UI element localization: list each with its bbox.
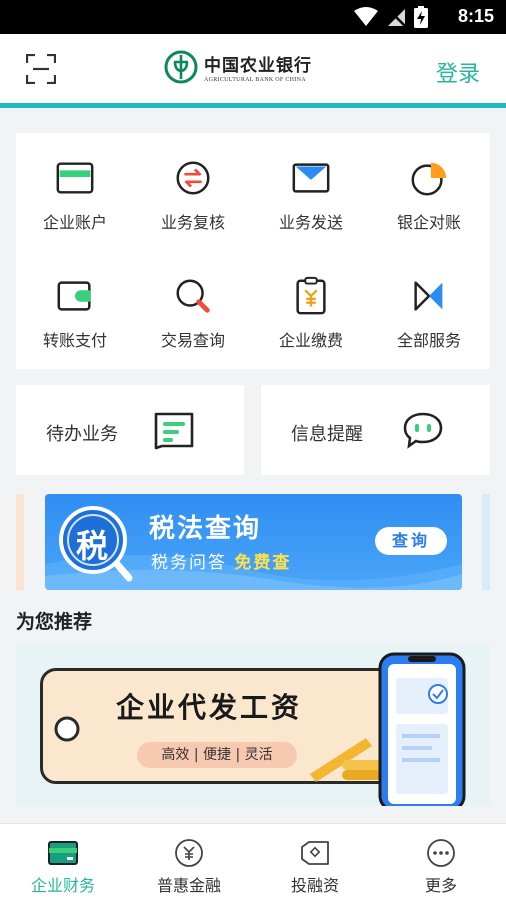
more-dots-icon: [427, 839, 455, 867]
header-divider: [0, 103, 506, 108]
service-label: 转账支付: [42, 331, 107, 350]
banner-subtitle: 税务问答 免费查: [151, 548, 291, 573]
nav-tab-inclusive-finance[interactable]: 普惠金融: [126, 824, 252, 900]
transfer-review-icon: [176, 161, 210, 195]
nav-label: 更多: [424, 876, 457, 895]
promo-title: 企业代发工资: [116, 691, 303, 724]
banner-prev-peek[interactable]: [16, 494, 24, 590]
wallet-icon: [57, 281, 91, 311]
service-label: 业务发送: [278, 213, 343, 232]
battery-charging-icon: [414, 6, 428, 28]
service-label: 交易查询: [160, 331, 225, 350]
investment-tag-icon: [301, 841, 329, 865]
banner-carousel[interactable]: 税 税法查询 税务问答 免费查 查询: [16, 494, 490, 590]
service-business-review[interactable]: 业务复核: [134, 133, 252, 233]
signal-off-icon: [387, 8, 406, 27]
tax-badge-text: 税: [76, 527, 109, 565]
service-enterprise-payment[interactable]: 企业缴费: [252, 251, 370, 351]
recommend-title: 为您推荐: [16, 611, 93, 633]
wifi-icon: [354, 7, 378, 26]
service-label: 企业缴费: [278, 331, 343, 350]
envelope-icon: [292, 163, 330, 193]
service-label: 银企对账: [396, 213, 461, 232]
pie-chart-icon: [411, 162, 447, 196]
promo-subtitle: 高效 | 便捷 | 灵活: [137, 742, 297, 768]
todo-card[interactable]: 待办业务: [16, 385, 244, 475]
service-transfer-payment[interactable]: 转账支付: [16, 251, 134, 351]
bottom-nav: 企业财务 普惠金融 投融资 更多: [0, 823, 506, 900]
app-header: 中国农业银行 AGRICULTURAL BANK OF CHINA 登录: [0, 34, 506, 104]
service-grid: 企业账户 业务复核 业务发送 银企对账 转账支付 交易查询 企业缴费 全部服务: [16, 133, 490, 369]
bank-name-cn: 中国农业银行: [204, 56, 312, 76]
banner-subtitle-highlight: 免费查: [234, 553, 292, 573]
banner-subtitle-prefix: 税务问答: [151, 553, 227, 573]
banner-next-peek[interactable]: [482, 494, 490, 590]
tax-law-banner[interactable]: 税 税法查询 税务问答 免费查 查询: [45, 494, 462, 590]
service-label: 业务复核: [160, 213, 225, 232]
service-label: 企业账户: [42, 213, 107, 232]
service-business-send[interactable]: 业务发送: [252, 133, 370, 233]
yuan-circle-icon: [175, 839, 203, 867]
clock: 8:15: [457, 6, 494, 26]
service-enterprise-account[interactable]: 企业账户: [16, 133, 134, 233]
card-icon: [56, 162, 94, 194]
bank-name-en: AGRICULTURAL BANK OF CHINA: [204, 77, 306, 83]
notice-label: 信息提醒: [291, 424, 363, 445]
nav-label: 企业财务: [30, 876, 95, 895]
nav-tab-more[interactable]: 更多: [378, 824, 504, 900]
service-reconciliation[interactable]: 银企对账: [370, 133, 488, 233]
all-services-icon: [414, 281, 443, 311]
todo-icon: [154, 412, 194, 450]
scan-icon[interactable]: [26, 54, 56, 84]
notice-card[interactable]: 信息提醒: [261, 385, 490, 475]
ticket-hole-icon: [54, 716, 80, 742]
bank-logo: 中国农业银行 AGRICULTURAL BANK OF CHINA: [164, 50, 312, 84]
nav-tab-enterprise-finance[interactable]: 企业财务: [0, 824, 126, 900]
search-icon: [176, 279, 210, 313]
todo-label: 待办业务: [46, 424, 118, 445]
service-label: 全部服务: [396, 331, 461, 350]
gold-coins-icon: [310, 738, 382, 782]
nav-label: 普惠金融: [156, 876, 221, 895]
service-all-services[interactable]: 全部服务: [370, 251, 488, 351]
yuan-bill-icon: [296, 276, 326, 315]
abc-logo-icon: [164, 50, 198, 84]
service-transaction-query[interactable]: 交易查询: [134, 251, 252, 351]
finance-icon: [48, 841, 78, 865]
phone-illustration-icon: [378, 652, 466, 806]
login-button[interactable]: 登录: [436, 56, 480, 88]
banner-query-button[interactable]: 查询: [375, 527, 447, 555]
chat-bubble-icon: [403, 412, 443, 449]
banner-title: 税法查询: [149, 514, 262, 544]
nav-tab-investment[interactable]: 投融资: [252, 824, 378, 900]
payroll-promo-banner[interactable]: 企业代发工资 高效 | 便捷 | 灵活: [16, 644, 490, 806]
status-bar: 8:15: [0, 0, 506, 34]
nav-label: 投融资: [290, 876, 339, 895]
